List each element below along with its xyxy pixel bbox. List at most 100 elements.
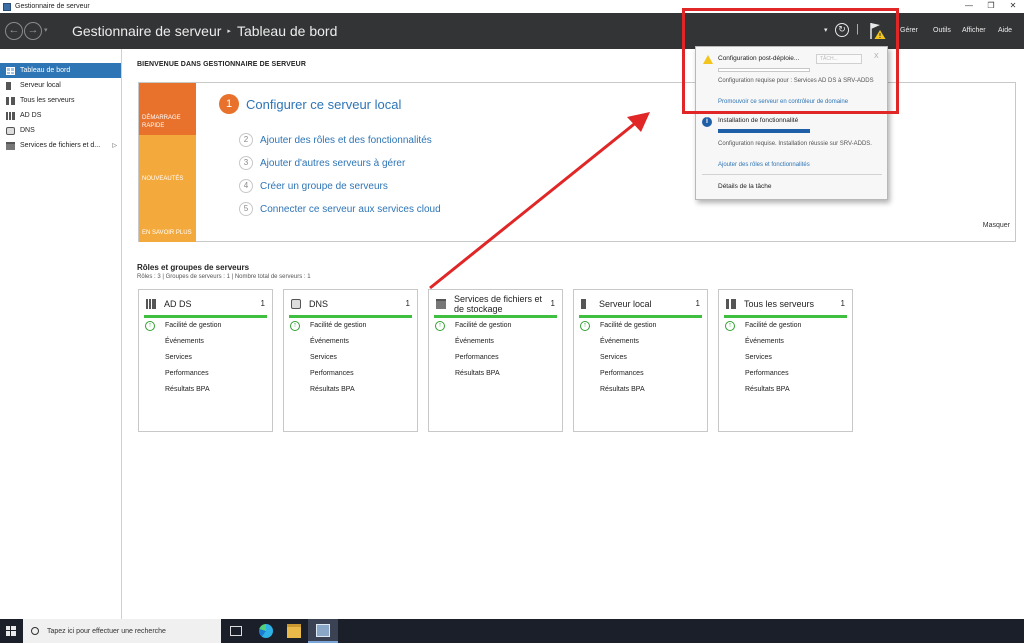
tile-row-performance[interactable]: Performances [745, 370, 789, 377]
step-create-group[interactable]: 4 Créer un groupe de serveurs [239, 179, 388, 193]
tile-title: AD DS [164, 299, 192, 309]
tab-whats-new[interactable]: NOUVEAUTÉS [139, 135, 196, 188]
sidebar-item-ad-ds[interactable]: AD DS [0, 108, 121, 123]
tile-row-performance[interactable]: Performances [600, 370, 644, 377]
step-configure-local-server[interactable]: 1 Configurer ce serveur local [219, 94, 401, 114]
tile-row-events[interactable]: Événements [455, 338, 494, 345]
back-button[interactable]: ← [5, 22, 23, 40]
minimize-button[interactable]: — [958, 0, 980, 13]
tile-header[interactable]: Services de fichiers et de stockage 1 [434, 294, 557, 318]
step-link[interactable]: Ajouter d'autres serveurs à gérer [260, 158, 405, 169]
tile-row-events[interactable]: Événements [310, 338, 349, 345]
tile-row-bpa-results[interactable]: Résultats BPA [310, 386, 355, 393]
step-add-roles[interactable]: 2 Ajouter des rôles et des fonctionnalit… [239, 133, 432, 147]
step-connect-cloud[interactable]: 5 Connecter ce serveur aux services clou… [239, 202, 441, 216]
tile-row-manageability[interactable]: Facilité de gestion [310, 322, 366, 329]
tile-count: 1 [550, 299, 555, 308]
status-ok-icon: ↑ [725, 321, 735, 331]
taskbar: Tapez ici pour effectuer une recherche [0, 619, 1024, 643]
servers-icon [726, 299, 736, 309]
task-view-icon[interactable] [230, 626, 242, 636]
role-tile-local-server[interactable]: Serveur local 1 ↑ Facilité de gestion Év… [573, 289, 708, 432]
tile-row-events[interactable]: Événements [745, 338, 784, 345]
file-services-icon [436, 299, 446, 309]
sidebar-item-all-servers[interactable]: Tous les serveurs [0, 93, 121, 108]
step-link[interactable]: Configurer ce serveur local [246, 97, 401, 112]
menu-tools[interactable]: Outils [933, 27, 951, 34]
status-ok-icon: ↑ [145, 321, 155, 331]
tile-row-bpa-results[interactable]: Résultats BPA [165, 386, 210, 393]
menu-help[interactable]: Aide [998, 27, 1012, 34]
dashboard-icon [6, 66, 15, 75]
sidebar-item-dns[interactable]: DNS [0, 123, 121, 138]
tile-header[interactable]: Tous les serveurs 1 [724, 294, 847, 318]
edge-browser-icon[interactable] [259, 624, 273, 638]
step-link[interactable]: Créer un groupe de serveurs [260, 181, 388, 192]
tile-title: Tous les serveurs [744, 299, 815, 309]
taskbar-search-box[interactable]: Tapez ici pour effectuer une recherche [23, 619, 221, 643]
role-tile-ad-ds[interactable]: AD DS 1 ↑ Facilité de gestion Événements… [138, 289, 273, 432]
tile-row-performance[interactable]: Performances [310, 370, 354, 377]
sidebar-item-dashboard[interactable]: Tableau de bord [0, 63, 121, 78]
tile-row-bpa-results[interactable]: Résultats BPA [600, 386, 645, 393]
step-number: 3 [239, 156, 253, 170]
breadcrumb-root[interactable]: Gestionnaire de serveur [72, 23, 221, 39]
tile-header[interactable]: DNS 1 [289, 294, 412, 318]
role-tile-file-services[interactable]: Services de fichiers et de stockage 1 ↑ … [428, 289, 563, 432]
tile-header[interactable]: AD DS 1 [144, 294, 267, 318]
roles-section-title: Rôles et groupes de serveurs [137, 263, 250, 272]
status-ok-icon: ↑ [435, 321, 445, 331]
maximize-button[interactable]: ❐ [980, 0, 1002, 13]
role-tile-dns[interactable]: DNS 1 ↑ Facilité de gestion Événements S… [283, 289, 418, 432]
tile-row-services[interactable]: Services [745, 354, 772, 361]
task-details-link[interactable]: Détails de la tâche [718, 183, 771, 190]
step-add-servers[interactable]: 3 Ajouter d'autres serveurs à gérer [239, 156, 405, 170]
windows-start-icon[interactable] [6, 626, 16, 636]
tab-learn-more[interactable]: EN SAVOIR PLUS [139, 188, 196, 242]
tile-row-services[interactable]: Services [165, 354, 192, 361]
tile-row-events[interactable]: Événements [165, 338, 204, 345]
notification-title: Installation de fonctionnalité [718, 117, 799, 124]
sidebar-item-label: Serveur local [20, 82, 61, 89]
taskbar-server-manager-active[interactable] [308, 619, 338, 643]
tile-row-services[interactable]: Services [310, 354, 337, 361]
add-roles-link[interactable]: Ajouter des rôles et fonctionnalités [718, 162, 810, 168]
tile-row-performance[interactable]: Performances [165, 370, 209, 377]
window-controls: — ❐ ✕ [958, 0, 1024, 13]
file-services-icon [6, 141, 15, 150]
step-link[interactable]: Ajouter des rôles et des fonctionnalités [260, 135, 432, 146]
tile-header[interactable]: Serveur local 1 [579, 294, 702, 318]
tile-row-services[interactable]: Services [600, 354, 627, 361]
tile-row-performance[interactable]: Performances [455, 354, 499, 361]
sidebar-item-local-server[interactable]: Serveur local [0, 78, 121, 93]
tile-row-manageability[interactable]: Facilité de gestion [600, 322, 656, 329]
tab-quick-start[interactable]: DÉMARRAGE RAPIDE [139, 83, 196, 135]
tile-row-events[interactable]: Événements [600, 338, 639, 345]
hide-link[interactable]: Masquer [983, 222, 1010, 229]
file-explorer-icon[interactable] [287, 624, 301, 638]
tile-count: 1 [695, 299, 700, 308]
menu-view[interactable]: Afficher [962, 27, 986, 34]
tile-row-bpa-results[interactable]: Résultats BPA [455, 370, 500, 377]
sidebar-item-file-services[interactable]: Services de fichiers et d... ▷ [0, 138, 121, 153]
close-button[interactable]: ✕ [1002, 0, 1024, 13]
tile-row-manageability[interactable]: Facilité de gestion [455, 322, 511, 329]
server-icon [6, 81, 11, 90]
tile-row-manageability[interactable]: Facilité de gestion [165, 322, 221, 329]
role-tile-all-servers[interactable]: Tous les serveurs 1 ↑ Facilité de gestio… [718, 289, 853, 432]
tile-row-bpa-results[interactable]: Résultats BPA [745, 386, 790, 393]
history-dropdown-icon[interactable]: ▾ [44, 26, 48, 34]
forward-button[interactable]: → [24, 22, 42, 40]
step-number: 1 [219, 94, 239, 114]
tile-title: Services de fichiers et de stockage [454, 294, 543, 314]
search-placeholder: Tapez ici pour effectuer une recherche [47, 627, 166, 635]
server-manager-app-icon [3, 2, 11, 11]
tile-row-manageability[interactable]: Facilité de gestion [745, 322, 801, 329]
step-link[interactable]: Connecter ce serveur aux services cloud [260, 204, 441, 215]
sidebar-item-label: Tableau de bord [20, 67, 71, 74]
tile-count: 1 [260, 299, 265, 308]
menu-manage[interactable]: Gérer [900, 27, 918, 34]
expand-chevron-icon[interactable]: ▷ [112, 142, 117, 149]
tile-title: Serveur local [599, 299, 652, 309]
breadcrumb-current: Tableau de bord [236, 23, 338, 39]
